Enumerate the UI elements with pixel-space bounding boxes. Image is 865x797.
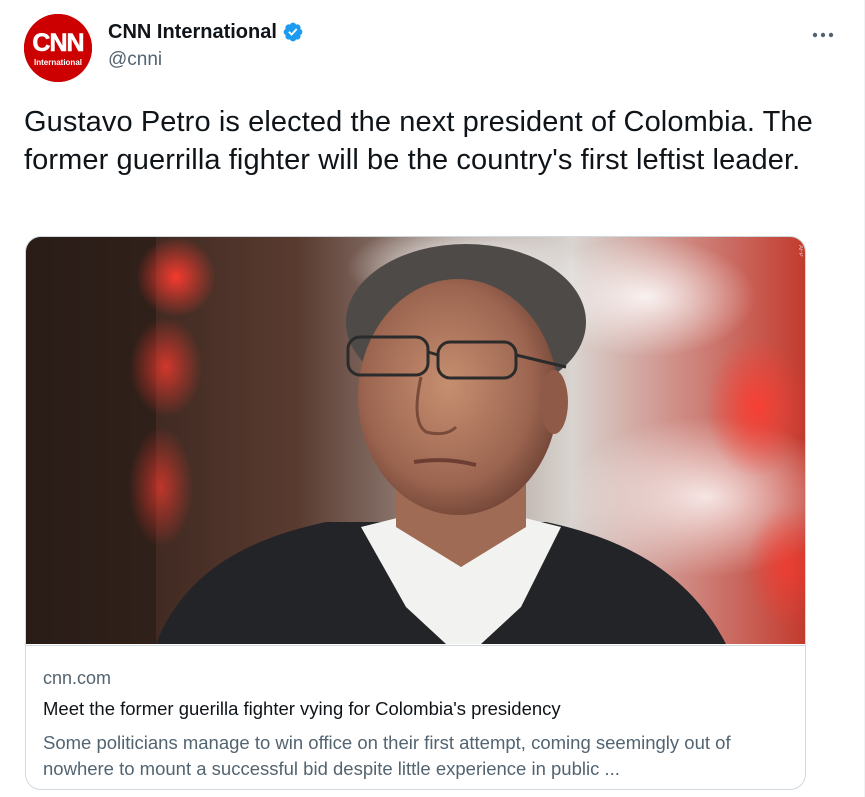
- tweet: CNN International CNN International @cnn…: [0, 0, 865, 797]
- card-description: Some politicians manage to win office on…: [43, 732, 731, 779]
- display-name[interactable]: CNN International: [108, 20, 277, 44]
- more-button[interactable]: [806, 22, 840, 48]
- avatar-logo-text: CNN: [32, 29, 83, 57]
- card-title: Meet the former guerilla fighter vying f…: [43, 698, 561, 719]
- handle[interactable]: @cnni: [108, 49, 304, 71]
- card-photo: AFP: [26, 237, 805, 644]
- more-horizontal-icon: [812, 32, 834, 38]
- display-name-row: CNN International: [108, 20, 304, 44]
- cnn-logo-icon: CNN International: [24, 14, 92, 82]
- card-image[interactable]: AFP: [26, 237, 805, 644]
- tweet-text: Gustavo Petro is elected the next presid…: [24, 106, 813, 176]
- avatar-sub-text: International: [34, 58, 82, 67]
- verified-badge-icon: [282, 21, 304, 43]
- card-info: cnn.com Meet the former guerilla fighter…: [26, 645, 805, 789]
- svg-text:AFP: AFP: [797, 245, 803, 257]
- author-names: CNN International @cnni: [108, 20, 304, 71]
- avatar[interactable]: CNN International: [24, 14, 92, 82]
- link-card[interactable]: AFP cnn.com Meet the former guerilla fig…: [25, 236, 806, 790]
- card-domain: cnn.com: [43, 668, 112, 688]
- tweet-header: CNN International CNN International @cnn…: [24, 14, 840, 84]
